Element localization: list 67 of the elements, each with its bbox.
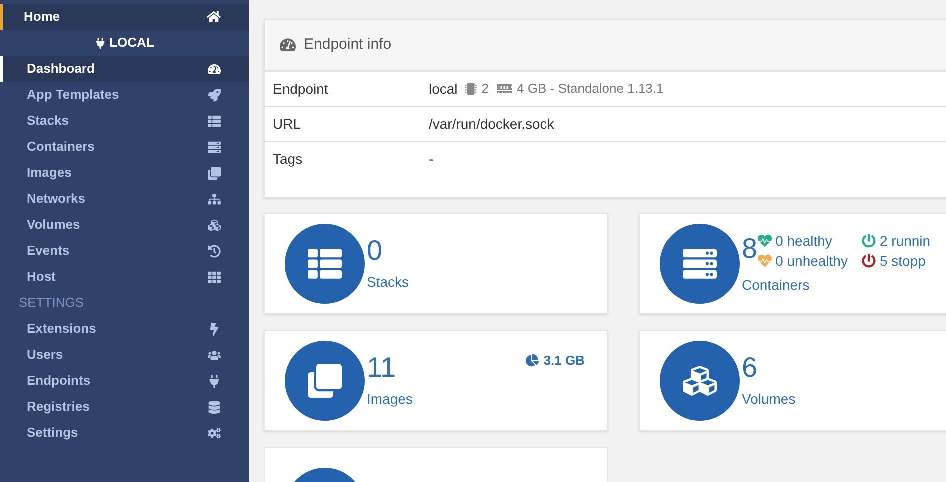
row-label: Tags [272, 150, 304, 169]
panel-title: Endpoint info [304, 34, 392, 55]
list-icon [208, 114, 221, 128]
endpoint-name: LOCAL [110, 34, 154, 52]
sidebar-item[interactable]: Containers [0, 134, 249, 160]
cubes-icon [683, 364, 717, 398]
section-title: SETTINGS [18, 294, 86, 312]
dashboard-icon [208, 62, 221, 76]
row-value: /var/run/docker.sock [429, 114, 554, 134]
stat-count: 6 [742, 351, 758, 385]
sidebar-item[interactable]: Images [0, 160, 249, 186]
stat-label: Containers [742, 276, 811, 294]
row-value: - [429, 150, 434, 169]
sidebar-item[interactable]: Stacks [0, 108, 249, 134]
status-count: 0 unhealthy [776, 252, 848, 270]
memory-icon [497, 83, 512, 95]
stat-count: 11 [367, 351, 396, 385]
status-count: 2 runnin [880, 232, 931, 250]
grid-icon [208, 270, 221, 284]
stat-label: Volumes [742, 390, 796, 409]
memory-info: 4 GB - Standalone 1.13.1 [517, 80, 664, 98]
plug-icon [94, 38, 106, 48]
row-label: Endpoint [272, 80, 330, 99]
home-item[interactable]: Home [0, 4, 249, 30]
copies-icon [308, 364, 342, 398]
users-icon [208, 348, 221, 362]
row-label: URL [272, 114, 302, 134]
sidebar-item[interactable]: Extensions [0, 316, 249, 342]
sidebar-item[interactable]: Events [0, 238, 249, 264]
sidebar-item[interactable]: Settings [0, 420, 249, 446]
endpoint-value: local [429, 80, 458, 98]
cpu-count: 2 [482, 80, 490, 98]
list-icon [308, 246, 342, 280]
chip-icon [464, 83, 477, 95]
sidebar-item[interactable]: Volumes [0, 212, 249, 238]
database-icon [208, 400, 221, 414]
bolt-icon [208, 322, 221, 336]
stat-card[interactable]: 0 Stacks [264, 213, 608, 314]
status-count: 0 healthy [776, 232, 832, 250]
rocket-icon [208, 88, 221, 102]
stat-card[interactable]: 11 Images 3.1 GB [264, 330, 608, 431]
stat-count: 0 [367, 234, 383, 268]
stat-card[interactable]: 8 0 healthy 2 runnin 0 unhealthy 5 stopp Containers [639, 213, 946, 314]
sidebar-item[interactable]: Dashboard [0, 56, 249, 82]
history-icon [208, 244, 221, 258]
sidebar-item[interactable]: Registries [0, 394, 249, 420]
cubes-icon [208, 218, 221, 232]
server-icon [683, 246, 717, 280]
settings-icon [208, 426, 221, 440]
stat-card[interactable]: 6 Volumes [639, 330, 946, 431]
sidebar-item[interactable]: Host [0, 264, 249, 290]
disk-size: 3.1 GB [544, 352, 585, 370]
network-icon [208, 192, 221, 206]
server-icon [208, 140, 221, 154]
plug-icon [208, 374, 221, 388]
status-count: 5 stopp [880, 252, 926, 270]
stat-count: 8 [742, 232, 758, 266]
pie-icon [526, 354, 539, 368]
copies-icon [208, 166, 221, 180]
stat-label: Stacks [367, 273, 410, 292]
dashboard-icon [280, 37, 296, 53]
sidebar-item[interactable]: App Templates [0, 82, 249, 108]
stat-label: Images [367, 390, 413, 409]
home-icon [207, 10, 221, 24]
sidebar-item[interactable]: Networks [0, 186, 249, 212]
sidebar-item[interactable]: Users [0, 342, 249, 368]
sidebar-item[interactable]: Endpoints [0, 368, 249, 394]
